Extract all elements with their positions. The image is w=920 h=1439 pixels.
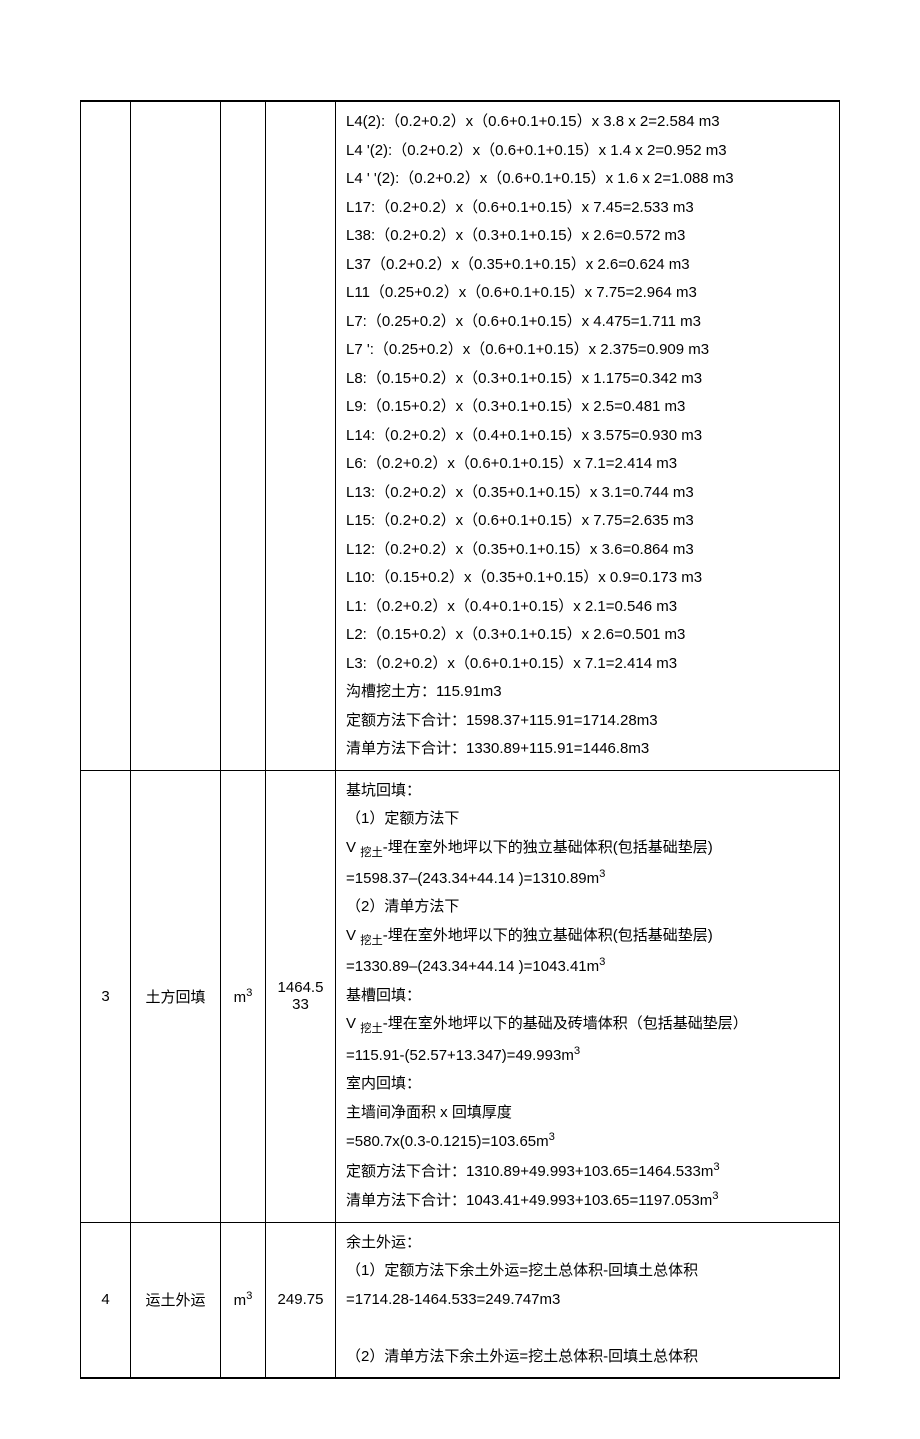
row-unit: m3 (221, 770, 266, 1222)
row-name (131, 101, 221, 770)
row-number: 3 (81, 770, 131, 1222)
row-calc: 基坑回填：（1）定额方法下V 挖土-埋在室外地坪以下的独立基础体积(包括基础垫层… (336, 770, 840, 1222)
row-qty: 1464.533 (266, 770, 336, 1222)
row-calc: 余土外运：（1）定额方法下余土外运=挖土总体积-回填土总体积=1714.28-1… (336, 1222, 840, 1378)
table-row: L4(2):（0.2+0.2）x（0.6+0.1+0.15）x 3.8 x 2=… (81, 101, 840, 770)
row-qty (266, 101, 336, 770)
row-qty: 249.75 (266, 1222, 336, 1378)
row-name: 运土外运 (131, 1222, 221, 1378)
row-number (81, 101, 131, 770)
table-body: L4(2):（0.2+0.2）x（0.6+0.1+0.15）x 3.8 x 2=… (81, 101, 840, 1378)
row-unit: m3 (221, 1222, 266, 1378)
table-row: 4 运土外运 m3 249.75 余土外运：（1）定额方法下余土外运=挖土总体积… (81, 1222, 840, 1378)
table-row: 3 土方回填 m3 1464.533 基坑回填：（1）定额方法下V 挖土-埋在室… (81, 770, 840, 1222)
row-unit (221, 101, 266, 770)
row-number: 4 (81, 1222, 131, 1378)
quantity-table: L4(2):（0.2+0.2）x（0.6+0.1+0.15）x 3.8 x 2=… (80, 100, 840, 1379)
row-name: 土方回填 (131, 770, 221, 1222)
row-calc: L4(2):（0.2+0.2）x（0.6+0.1+0.15）x 3.8 x 2=… (336, 101, 840, 770)
